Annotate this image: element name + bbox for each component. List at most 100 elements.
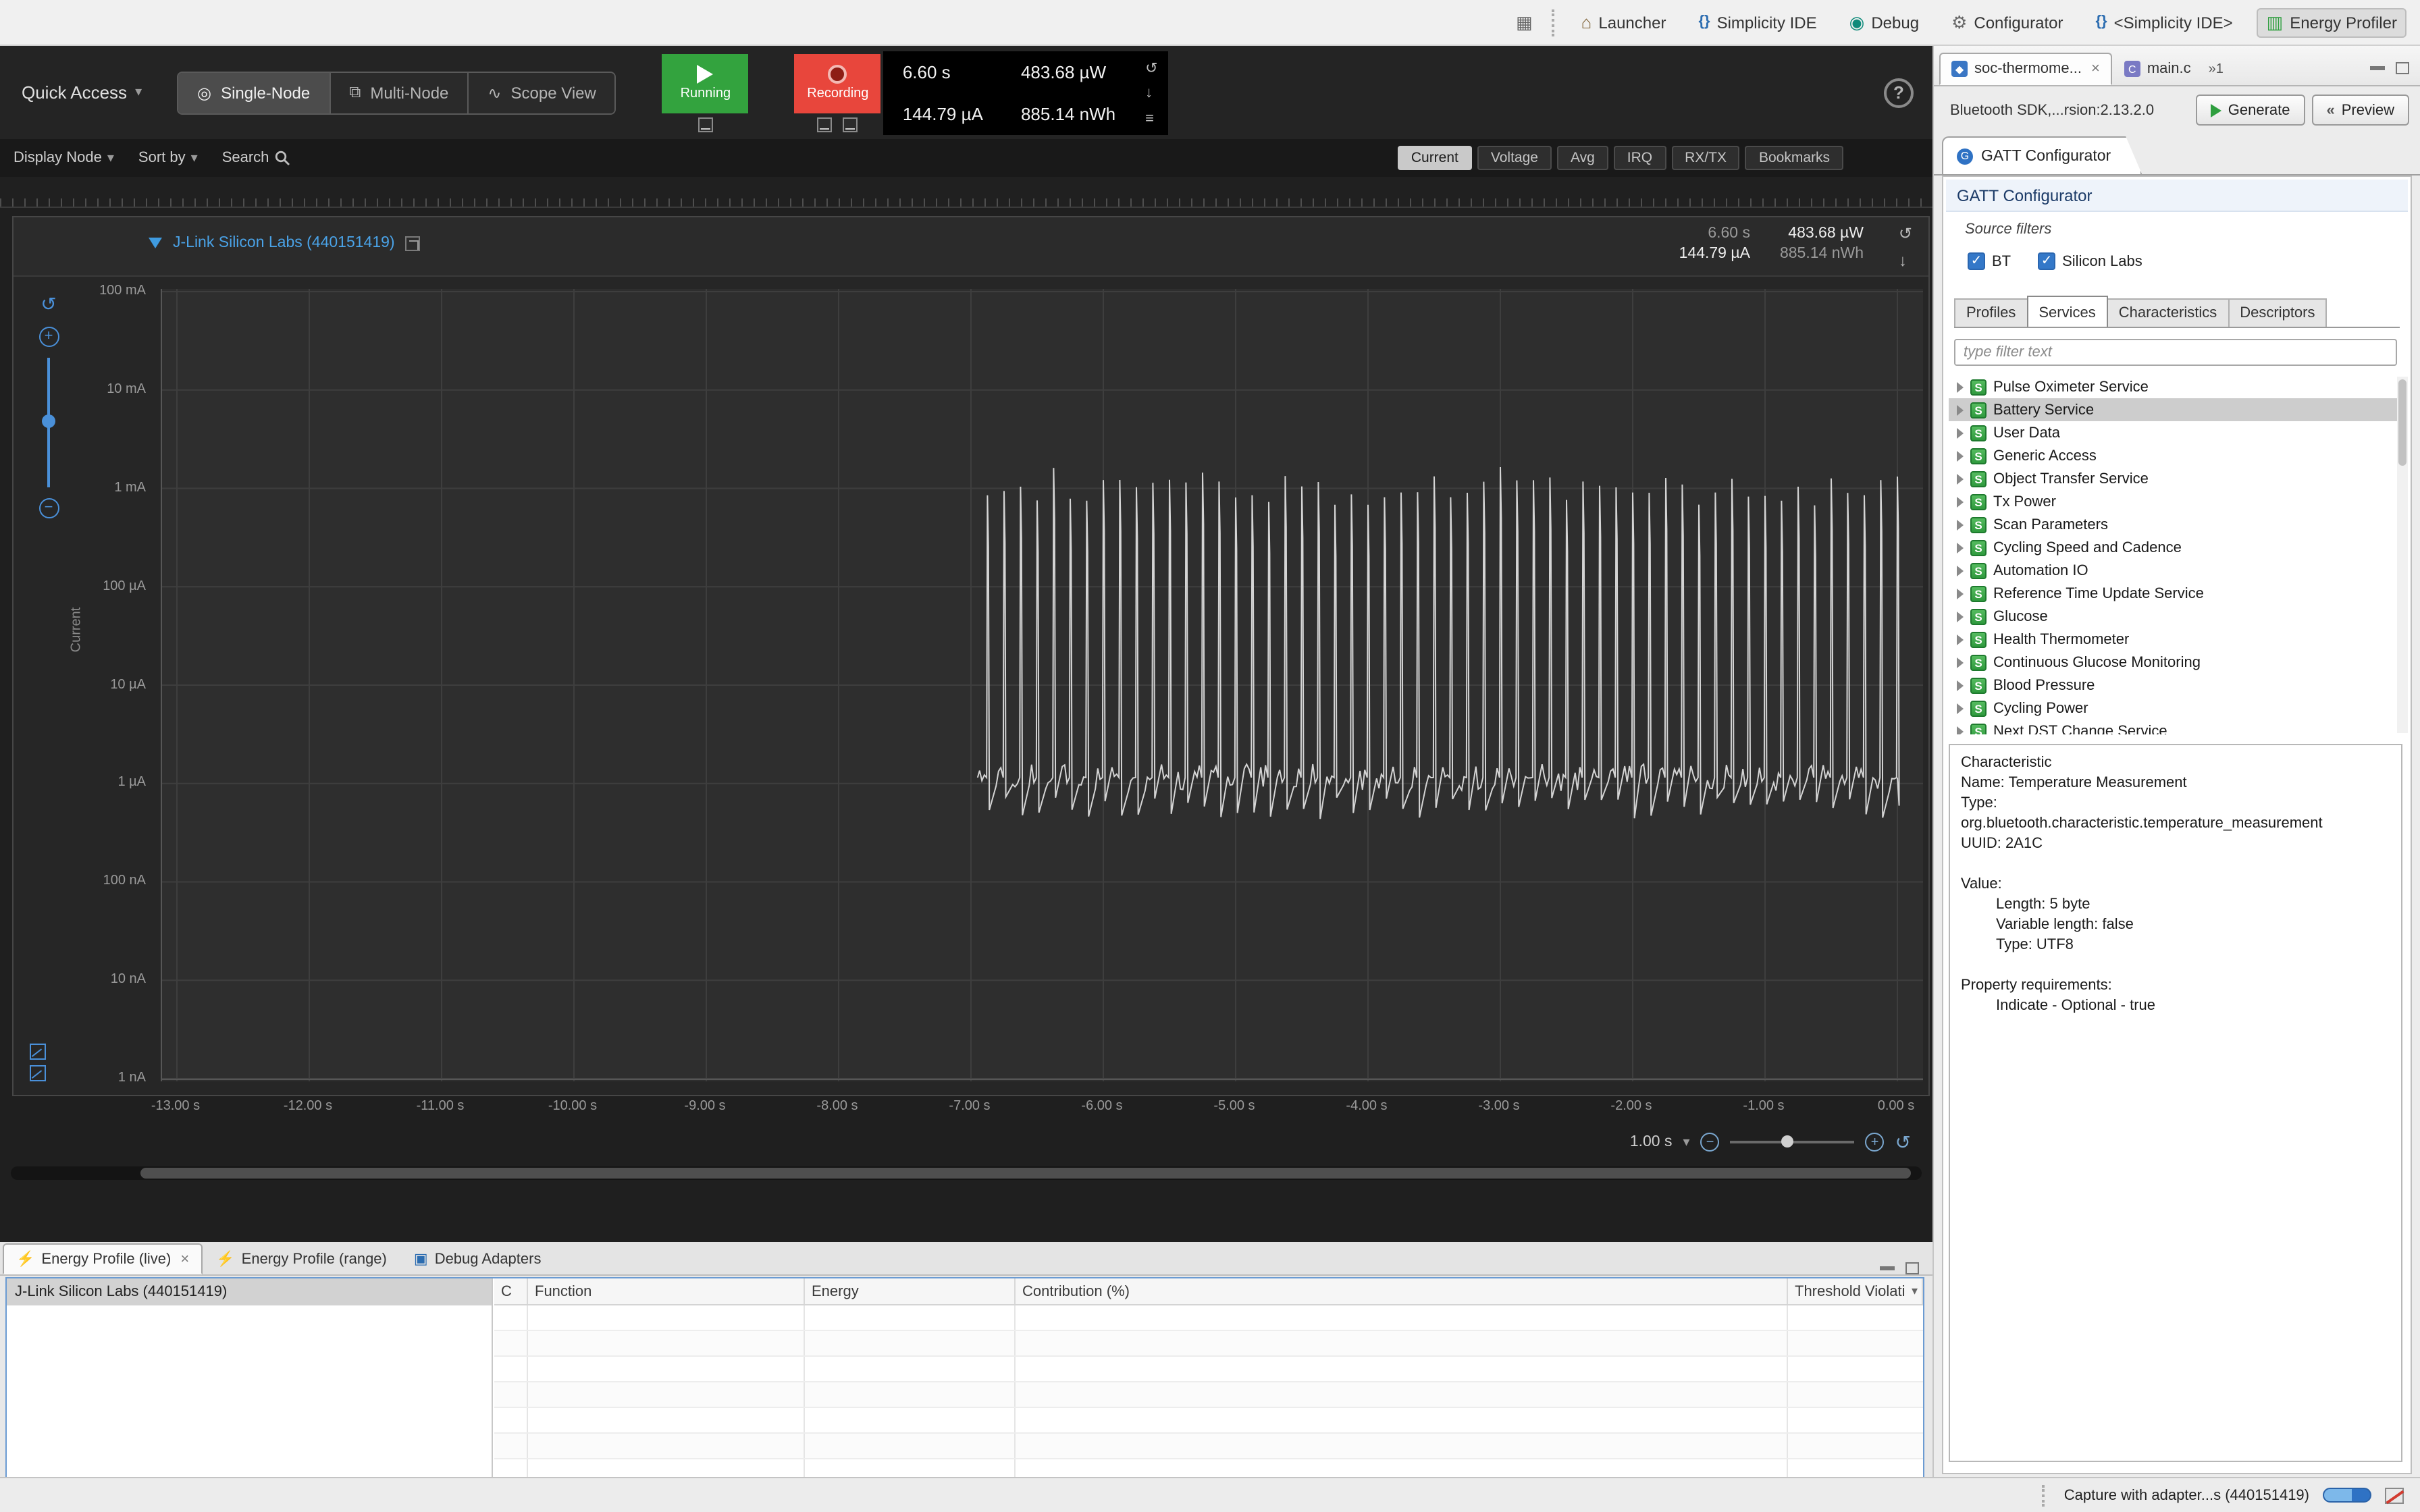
gatt-configurator-tab[interactable]: G GATT Configurator — [1942, 136, 2142, 174]
service-row[interactable]: SContinuous Glucose Monitoring — [1949, 651, 2402, 674]
perspective-energy-profiler-button[interactable]: ▥Energy Profiler — [2257, 7, 2406, 37]
zoom-in-icon[interactable]: + — [1866, 1133, 1885, 1152]
expand-triangle-icon[interactable] — [1957, 473, 1964, 484]
download-icon[interactable]: ↓ — [1145, 85, 1157, 101]
fit-horizontal-icon[interactable] — [30, 1065, 46, 1081]
recording-button[interactable]: Recording — [795, 53, 881, 113]
scrollbar-thumb[interactable] — [2398, 379, 2406, 466]
sort-by-menu[interactable]: Sort by ▾ — [138, 150, 198, 166]
zoom-in-icon[interactable]: + — [38, 327, 59, 347]
service-row[interactable]: SBlood Pressure — [1949, 674, 2402, 697]
perspective-debug-button[interactable]: ◉Debug — [1841, 9, 1927, 36]
gatt-tab-descriptors[interactable]: Descriptors — [2228, 298, 2327, 327]
column-header-energy[interactable]: Energy — [805, 1278, 1016, 1304]
measurement-tab-current[interactable]: Current — [1398, 146, 1472, 170]
column-header-function[interactable]: Function — [528, 1278, 805, 1304]
measurement-tab-bookmarks[interactable]: Bookmarks — [1745, 146, 1843, 170]
service-row[interactable]: SBattery Service — [1949, 398, 2402, 421]
expand-triangle-icon[interactable] — [1957, 680, 1964, 691]
tab-energy-profile-range[interactable]: ⚡Energy Profile (range) — [203, 1243, 400, 1274]
expand-triangle-icon[interactable] — [1957, 450, 1964, 461]
column-header-contribution[interactable]: Contribution (%) — [1016, 1278, 1788, 1304]
service-row[interactable]: SGeneric Access — [1949, 444, 2402, 467]
perspective-launcher-button[interactable]: ⌂Launcher — [1573, 9, 1675, 36]
expand-icon[interactable] — [406, 236, 421, 250]
running-button[interactable]: Running — [662, 53, 749, 113]
preview-button[interactable]: « Preview — [2312, 94, 2410, 126]
services-scrollbar[interactable] — [2397, 377, 2408, 733]
expand-triangle-icon[interactable] — [1957, 496, 1964, 507]
service-row[interactable]: SAutomation IO — [1949, 559, 2402, 582]
zoom-reset-icon[interactable]: ↺ — [1895, 1131, 1911, 1154]
minimize-icon[interactable] — [1880, 1266, 1895, 1270]
download-icon[interactable]: ↓ — [1899, 251, 1912, 270]
vertical-zoom-slider[interactable] — [47, 358, 50, 487]
time-zoom-slider[interactable] — [1731, 1141, 1855, 1143]
help-button[interactable]: ? — [1884, 78, 1914, 107]
collapse-triangle-icon[interactable] — [149, 238, 162, 248]
maximize-icon[interactable] — [2396, 62, 2409, 74]
chevron-down-icon[interactable]: ▾ — [1912, 1284, 1918, 1299]
tab-debug-adapters[interactable]: ▣Debug Adapters — [400, 1243, 555, 1274]
expand-triangle-icon[interactable] — [1957, 542, 1964, 553]
service-row[interactable]: SHealth Thermometer — [1949, 628, 2402, 651]
recording-option-icon-2[interactable] — [843, 117, 858, 132]
close-icon[interactable]: × — [2091, 61, 2100, 77]
perspective-configurator-button[interactable]: ⚙Configurator — [1943, 9, 2071, 36]
slider-knob[interactable] — [42, 414, 55, 428]
gatt-tab-profiles[interactable]: Profiles — [1954, 298, 2028, 327]
column-header-c[interactable]: C — [494, 1278, 528, 1304]
open-perspective-icon[interactable]: ▦ — [1516, 14, 1533, 31]
measurement-tab-voltage[interactable]: Voltage — [1477, 146, 1552, 170]
expand-triangle-icon[interactable] — [1957, 427, 1964, 438]
chart-scrollbar[interactable] — [11, 1166, 1922, 1180]
current-waveform-chart[interactable] — [161, 289, 1923, 1081]
perspective-simplicity-ide-button[interactable]: {}Simplicity IDE — [1690, 9, 1824, 36]
generate-button[interactable]: Generate — [2196, 94, 2305, 126]
scrollbar-thumb[interactable] — [140, 1168, 1911, 1179]
column-header-threshold-violati[interactable]: Threshold Violati▾ — [1788, 1278, 1923, 1304]
expand-triangle-icon[interactable] — [1957, 381, 1964, 392]
expand-triangle-icon[interactable] — [1957, 726, 1964, 734]
mode-scope-view-button[interactable]: ∿Scope View — [469, 72, 614, 113]
service-row[interactable]: SGlucose — [1949, 605, 2402, 628]
tab-overflow-indicator[interactable]: »1 — [2209, 62, 2224, 85]
search-control[interactable]: Search — [222, 150, 291, 166]
editor-tab-main-c[interactable]: Cmain.c — [2112, 53, 2203, 85]
measurement-tab-avg[interactable]: Avg — [1557, 146, 1608, 170]
expand-triangle-icon[interactable] — [1957, 611, 1964, 622]
zoom-reset-icon[interactable]: ↺ — [41, 293, 56, 316]
perspective-simplicity-ide-button[interactable]: {}<Simplicity IDE> — [2087, 9, 2240, 36]
running-option-icon[interactable] — [698, 117, 713, 132]
filter-checkbox-silicon-labs[interactable]: ✓Silicon Labs — [2038, 252, 2142, 270]
mode-multi-node-button[interactable]: ⧉Multi-Node — [330, 72, 469, 113]
checkbox-checked-icon[interactable]: ✓ — [1968, 252, 1985, 270]
list-icon[interactable]: ≡ — [1145, 110, 1157, 126]
service-row[interactable]: SScan Parameters — [1949, 513, 2402, 536]
expand-triangle-icon[interactable] — [1957, 404, 1964, 415]
service-row[interactable]: SPulse Oximeter Service — [1949, 375, 2402, 398]
chevron-down-icon[interactable]: ▾ — [1683, 1135, 1689, 1150]
capture-error-icon[interactable] — [2385, 1487, 2404, 1503]
service-row[interactable]: SNext DST Change Service — [1949, 720, 2402, 734]
quick-access-menu[interactable]: Quick Access ▾ — [22, 82, 142, 103]
zoom-out-icon[interactable]: − — [1701, 1133, 1720, 1152]
service-row[interactable]: SUser Data — [1949, 421, 2402, 444]
reset-icon[interactable]: ↺ — [1145, 59, 1157, 76]
tab-energy-profile-live[interactable]: ⚡Energy Profile (live)× — [3, 1243, 203, 1274]
expand-triangle-icon[interactable] — [1957, 519, 1964, 530]
service-row[interactable]: STx Power — [1949, 490, 2402, 513]
display-node-menu[interactable]: Display Node ▾ — [14, 150, 114, 166]
minimize-icon[interactable] — [2370, 66, 2385, 70]
node-identity[interactable]: J-Link Silicon Labs (440151419) — [149, 235, 421, 251]
reset-icon[interactable]: ↺ — [1899, 224, 1912, 243]
device-row[interactable]: J-Link Silicon Labs (440151419) — [7, 1278, 492, 1305]
expand-triangle-icon[interactable] — [1957, 588, 1964, 599]
service-row[interactable]: SObject Transfer Service — [1949, 467, 2402, 490]
measurement-tab-rx-tx[interactable]: RX/TX — [1671, 146, 1740, 170]
service-row[interactable]: SReference Time Update Service — [1949, 582, 2402, 605]
expand-triangle-icon[interactable] — [1957, 703, 1964, 713]
gatt-tab-characteristics[interactable]: Characteristics — [2107, 298, 2230, 327]
close-icon[interactable]: × — [180, 1251, 189, 1267]
type-filter-input[interactable] — [1954, 339, 2397, 366]
